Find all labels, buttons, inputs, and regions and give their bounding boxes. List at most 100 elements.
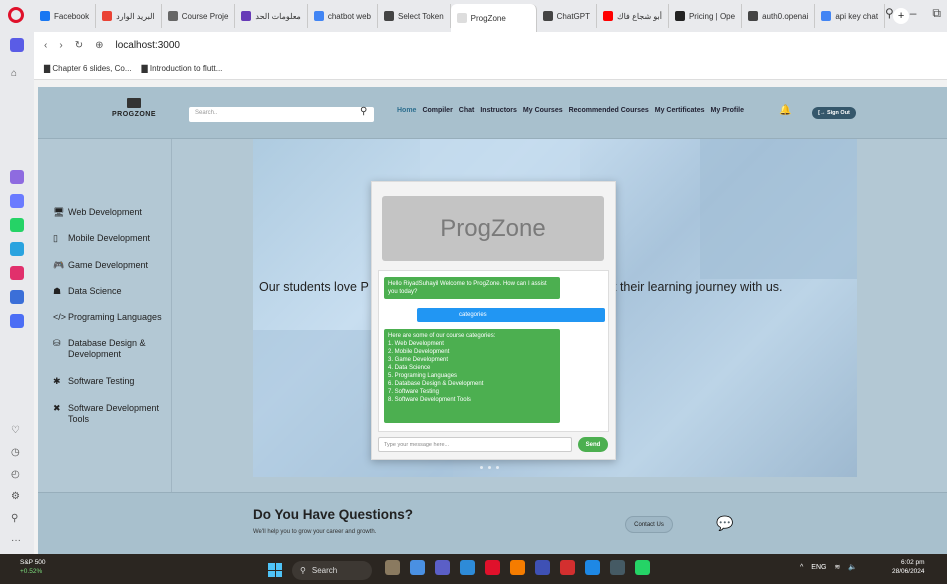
nav-recommended-courses[interactable]: Recommended Courses [569, 107, 649, 114]
category-label: Software Development Tools [68, 403, 160, 424]
edge-icon[interactable] [585, 560, 600, 575]
widgets-icon[interactable] [385, 560, 400, 575]
sign-out-button[interactable]: [→ Sign Out [812, 107, 856, 119]
carousel-dot[interactable] [488, 466, 491, 469]
carousel-dot[interactable] [480, 466, 483, 469]
tab[interactable]: Course Proje [162, 4, 236, 28]
nav-home[interactable]: Home [397, 107, 416, 114]
workspace-icon[interactable] [10, 38, 24, 52]
heart-icon[interactable]: ♡ [11, 425, 20, 436]
chat-message-input[interactable]: Type your message here... [378, 437, 572, 452]
opera-logo-icon[interactable] [8, 7, 24, 23]
send-button[interactable]: Send [578, 437, 608, 452]
facebook-icon [40, 11, 50, 21]
tab[interactable]: auth0.openai [742, 4, 816, 28]
app-icon[interactable] [560, 560, 575, 575]
carousel-dots[interactable] [480, 466, 499, 469]
stock-change: +0.52% [20, 568, 43, 575]
site-search-input[interactable]: Search.. [189, 107, 374, 122]
nav-my-profile[interactable]: My Profile [711, 107, 744, 114]
tab[interactable]: chatbot web [308, 4, 378, 28]
back-icon[interactable]: ‹ [44, 40, 47, 51]
terminal-icon[interactable] [610, 560, 625, 575]
system-clock[interactable]: 6:02 pm 28/06/2024 [892, 558, 925, 576]
app-icon[interactable] [10, 290, 24, 304]
tab[interactable]: api key chat [815, 4, 886, 28]
category-mobile-development[interactable]: ▯ Mobile Development [53, 233, 168, 244]
bookmark-item[interactable]: ▇ Introduction to flutt... [142, 64, 223, 73]
site-info-icon[interactable]: ⊕ [95, 40, 103, 51]
taskbar-apps [385, 560, 650, 575]
site-nav: Home Compiler Chat Instructors My Course… [397, 107, 744, 114]
bot-reply-item: 4. Data Science [388, 365, 431, 371]
openai-icon [748, 11, 759, 21]
taskbar-search[interactable]: ⚲ Search [292, 561, 372, 580]
tab[interactable]: ChatGPT [537, 4, 597, 28]
file-explorer-icon[interactable] [410, 560, 425, 575]
category-game-development[interactable]: 🎮 Game Development [53, 260, 168, 271]
bell-icon[interactable]: 🔔 [779, 105, 791, 116]
tab[interactable]: معلومات الحد [235, 4, 308, 28]
contact-us-button[interactable]: Contact Us [625, 516, 673, 533]
page-icon [456, 13, 467, 23]
windows-start-icon[interactable] [268, 563, 282, 577]
aria-icon[interactable] [10, 170, 24, 184]
tab[interactable]: Pricing | Ope [669, 4, 743, 28]
url-field[interactable]: localhost:3000 [115, 40, 180, 51]
snap-icon[interactable]: ⧉ [932, 6, 941, 21]
nav-chat[interactable]: Chat [459, 107, 475, 114]
settings-icon[interactable]: ⚙ [11, 491, 20, 502]
vscode-icon[interactable] [460, 560, 475, 575]
telegram-icon[interactable] [10, 242, 24, 256]
search-tabs-icon[interactable]: ⚲ [885, 6, 894, 21]
logo-icon [127, 98, 141, 108]
bookmark-item[interactable]: ▇ Chapter 6 slides, Co... [44, 64, 132, 73]
wifi-icon[interactable]: ≋ [834, 563, 840, 571]
app-icon[interactable] [535, 560, 550, 575]
whatsapp-icon[interactable] [635, 560, 650, 575]
category-programing-languages[interactable]: </> Programing Languages [53, 312, 168, 323]
stock-widget[interactable]: S&P 500 +0.52% [20, 558, 46, 576]
history-icon[interactable]: ◷ [11, 447, 20, 458]
pin-icon[interactable]: ⚲ [11, 513, 18, 524]
data-icon: ☗ [53, 286, 62, 296]
category-data-science[interactable]: ☗ Data Science [53, 286, 168, 297]
category-database-design[interactable]: ⛁ Database Design & Development [53, 338, 168, 360]
player-icon[interactable] [10, 314, 24, 328]
tab[interactable]: أبو شجاع فاك [597, 4, 669, 28]
opera-icon[interactable] [485, 560, 500, 575]
home-icon[interactable]: ⌂ [11, 68, 17, 79]
tab[interactable]: Facebook [34, 4, 97, 28]
reload-icon[interactable]: ↻ [75, 40, 83, 51]
category-software-testing[interactable]: ✱ Software Testing [53, 376, 168, 387]
whatsapp-icon[interactable] [10, 218, 24, 232]
nav-my-courses[interactable]: My Courses [523, 107, 563, 114]
nav-instructors[interactable]: Instructors [480, 107, 517, 114]
language-indicator[interactable]: ENG [811, 564, 826, 571]
site-logo[interactable]: PROGZONE [108, 98, 160, 118]
messenger-icon[interactable] [10, 194, 24, 208]
chat-bubbles-icon[interactable]: 💬 [716, 515, 733, 532]
category-web-development[interactable]: 🖥 Web Development [53, 207, 168, 218]
more-icon[interactable]: ··· [11, 535, 21, 546]
tab[interactable]: Select Token [378, 4, 451, 28]
volume-icon[interactable]: 🔈 [848, 563, 857, 571]
search-icon[interactable]: ⚲ [360, 106, 367, 117]
tab[interactable]: البريد الوارد [96, 4, 162, 28]
nav-my-certificates[interactable]: My Certificates [655, 107, 705, 114]
chevron-up-icon[interactable]: ^ [800, 564, 803, 571]
instagram-icon[interactable] [10, 266, 24, 280]
minimize-icon[interactable]: – [910, 6, 917, 21]
nav-compiler[interactable]: Compiler [422, 107, 452, 114]
app-icon[interactable] [510, 560, 525, 575]
clock-icon[interactable]: ◴ [11, 469, 20, 480]
category-label: Game Development [68, 260, 149, 270]
teams-icon[interactable] [435, 560, 450, 575]
carousel-dot[interactable] [496, 466, 499, 469]
forward-icon[interactable]: › [59, 40, 62, 51]
chat-messages[interactable]: Hello RiyadSuhayil Welcome to ProgZone. … [378, 270, 609, 432]
tab-active[interactable]: ProgZone [450, 4, 537, 32]
bot-message: Hello RiyadSuhayil Welcome to ProgZone. … [384, 277, 560, 299]
category-software-dev-tools[interactable]: ✖ Software Development Tools [53, 403, 168, 425]
bot-reply-item: 1. Web Development [388, 341, 444, 347]
